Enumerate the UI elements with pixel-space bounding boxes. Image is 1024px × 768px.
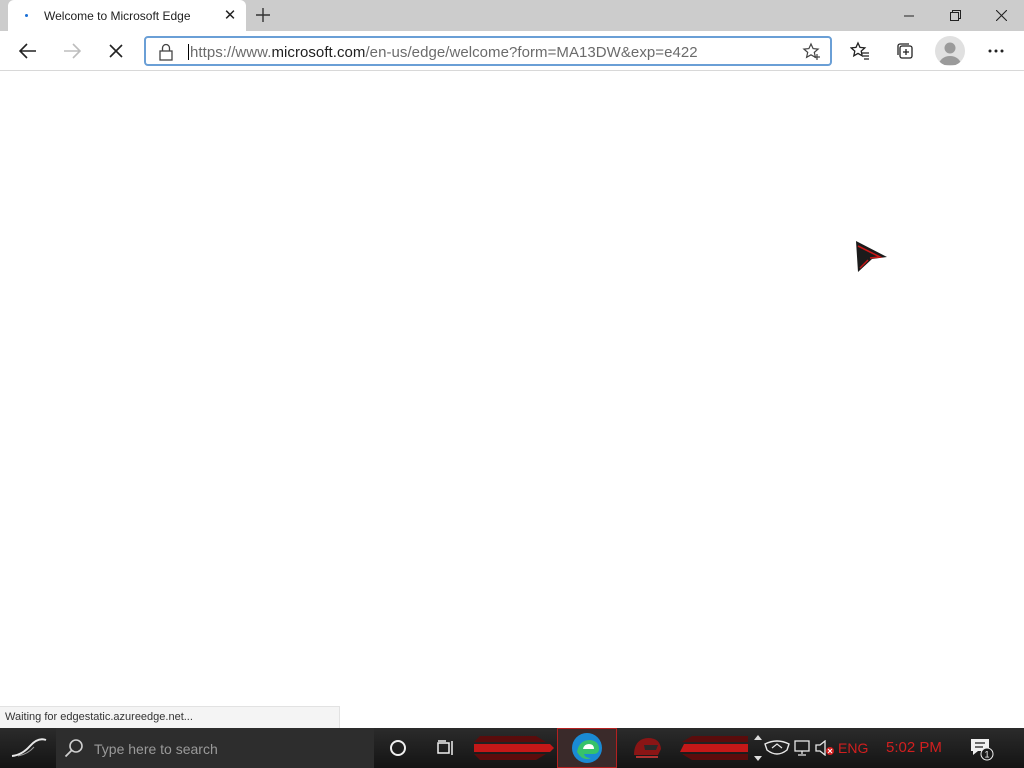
more-icon (988, 49, 1004, 53)
url-text[interactable]: https://www.microsoft.com/en-us/edge/wel… (188, 44, 698, 61)
taskbar-app-edge[interactable] (557, 728, 617, 768)
taskbar: Type here to search ENG 5:02 PM 1 (0, 728, 1024, 768)
forward-arrow-icon (64, 43, 81, 59)
favorites-icon (850, 41, 869, 60)
taskbar-search-box[interactable]: Type here to search (56, 728, 374, 768)
tray-volume[interactable] (814, 728, 836, 768)
taskbar-decoration-left (474, 736, 554, 760)
volume-muted-icon (815, 740, 834, 756)
search-placeholder: Type here to search (94, 741, 218, 757)
forward-button[interactable] (56, 35, 88, 67)
profile-icon (939, 42, 961, 65)
notification-icon[interactable]: 1 (968, 735, 994, 761)
tab-title: Welcome to Microsoft Edge (44, 9, 191, 23)
shield-icon (764, 740, 790, 755)
edge-icon (572, 733, 602, 763)
loading-icon (25, 14, 28, 17)
lock-icon[interactable] (158, 43, 174, 61)
browser-toolbar: https://www.microsoft.com/en-us/edge/wel… (0, 31, 1024, 71)
new-tab-button[interactable] (252, 3, 274, 27)
search-icon (64, 739, 83, 758)
back-button[interactable] (12, 35, 44, 67)
stop-loading-button[interactable] (100, 35, 132, 67)
plus-icon (256, 8, 270, 22)
network-icon (794, 740, 810, 756)
tray-shield[interactable] (760, 728, 794, 768)
page-content (0, 72, 1024, 728)
address-bar[interactable]: https://www.microsoft.com/en-us/edge/wel… (144, 36, 832, 66)
collections-icon (897, 43, 913, 59)
tab-welcome[interactable]: Welcome to Microsoft Edge ✕ (8, 0, 246, 31)
close-icon[interactable]: ✕ (222, 7, 238, 24)
mouse-cursor-icon (856, 241, 887, 272)
close-icon (995, 10, 1007, 21)
taskbar-app-helmet[interactable] (617, 728, 677, 768)
start-button[interactable] (0, 728, 56, 768)
status-bar: Waiting for edgestatic.azureedge.net... (0, 706, 340, 728)
stop-icon (109, 44, 123, 58)
start-icon (11, 738, 47, 757)
favorites-button[interactable] (844, 35, 876, 67)
notification-count: 1 (984, 750, 989, 760)
task-view-icon (437, 740, 453, 755)
minimize-button[interactable] (886, 0, 932, 31)
taskbar-clock[interactable]: 5:02 PM (886, 739, 942, 756)
window-close-button[interactable] (978, 0, 1024, 31)
task-view-button[interactable] (426, 728, 466, 768)
language-indicator[interactable]: ENG (838, 740, 868, 756)
minimize-icon (904, 15, 914, 16)
url-prefix: https://www. (190, 44, 272, 61)
settings-more-button[interactable] (980, 35, 1012, 67)
profile-button[interactable] (935, 36, 965, 66)
cortana-icon (390, 740, 406, 756)
helmet-app-icon (634, 738, 661, 758)
taskbar-decoration-right (680, 736, 748, 760)
restore-icon (949, 10, 961, 21)
cortana-button[interactable] (378, 728, 418, 768)
url-host: microsoft.com (271, 44, 366, 61)
restore-button[interactable] (932, 0, 978, 31)
star-add-icon[interactable] (802, 42, 822, 62)
back-arrow-icon (19, 43, 36, 59)
collections-button[interactable] (889, 35, 921, 67)
tray-network[interactable] (792, 728, 814, 768)
tab-strip: Welcome to Microsoft Edge ✕ (0, 0, 1024, 31)
url-path: /en-us/edge/welcome?form=MA13DW&exp=e422 (365, 44, 698, 61)
